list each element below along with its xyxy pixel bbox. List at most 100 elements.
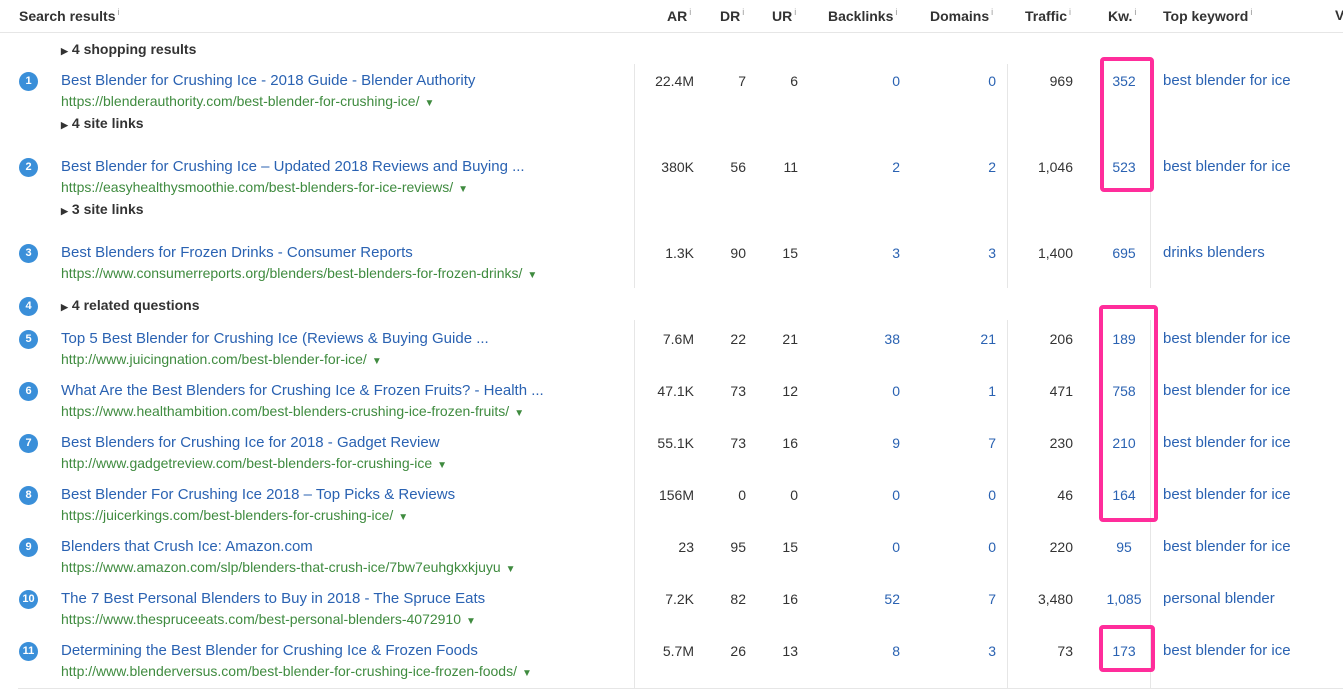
url-dropdown-icon[interactable]: ▼ [514, 408, 524, 419]
result-title-link[interactable]: The 7 Best Personal Blenders to Buy in 2… [61, 590, 485, 607]
ur-value: 12 [782, 383, 798, 399]
result-url[interactable]: https://www.amazon.com/slp/blenders-that… [61, 559, 516, 575]
info-icon[interactable]: i [1134, 7, 1136, 17]
backlinks-link[interactable]: 3 [892, 245, 900, 261]
info-icon[interactable]: i [689, 7, 691, 17]
position-badge: 11 [19, 642, 38, 661]
info-icon[interactable]: i [794, 7, 796, 17]
backlinks-link[interactable]: 8 [892, 643, 900, 659]
result-url[interactable]: https://blenderauthority.com/best-blende… [61, 93, 434, 109]
info-icon[interactable]: i [991, 7, 993, 17]
domains-link[interactable]: 7 [988, 591, 996, 607]
dr-value: 90 [730, 245, 746, 261]
top-keyword-link[interactable]: best blender for ice [1163, 158, 1291, 175]
url-dropdown-icon[interactable]: ▼ [506, 564, 516, 575]
top-keyword-link[interactable]: best blender for ice [1163, 72, 1291, 89]
position-badge: 2 [19, 158, 38, 177]
kw-link[interactable]: 695 [1102, 245, 1146, 261]
domains-link[interactable]: 3 [988, 245, 996, 261]
result-title-link[interactable]: What Are the Best Blenders for Crushing … [61, 382, 544, 399]
kw-link[interactable]: 95 [1102, 539, 1146, 555]
site-links-toggle[interactable]: ▶ 4 site links [61, 115, 144, 131]
result-title-link[interactable]: Best Blender for Crushing Ice – Updated … [61, 158, 525, 175]
domains-link[interactable]: 1 [988, 383, 996, 399]
url-dropdown-icon[interactable]: ▼ [424, 98, 434, 109]
site-links-toggle[interactable]: ▶ 3 site links [61, 201, 144, 217]
col-kw[interactable]: Kw. i [1108, 7, 1136, 24]
top-keyword-link[interactable]: best blender for ice [1163, 382, 1291, 399]
info-icon[interactable]: i [895, 7, 897, 17]
result-url[interactable]: http://www.juicingnation.com/best-blende… [61, 351, 382, 367]
result-url[interactable]: https://juicerkings.com/best-blenders-fo… [61, 507, 408, 523]
result-url[interactable]: https://www.consumerreports.org/blenders… [61, 265, 537, 281]
url-dropdown-icon[interactable]: ▼ [437, 460, 447, 471]
top-keyword-link[interactable]: best blender for ice [1163, 434, 1291, 451]
url-dropdown-icon[interactable]: ▼ [522, 668, 532, 679]
result-title-link[interactable]: Blenders that Crush Ice: Amazon.com [61, 538, 313, 555]
backlinks-link[interactable]: 2 [892, 159, 900, 175]
backlinks-link[interactable]: 0 [892, 73, 900, 89]
domains-link[interactable]: 3 [988, 643, 996, 659]
col-traffic[interactable]: Traffic i [1025, 7, 1071, 24]
kw-link[interactable]: 1,085 [1102, 591, 1146, 607]
dr-value: 22 [730, 331, 746, 347]
domains-link[interactable]: 0 [988, 539, 996, 555]
related-questions-toggle[interactable]: ▶ 4 related questions [61, 297, 200, 313]
result-title-link[interactable]: Best Blenders for Crushing Ice for 2018 … [61, 434, 440, 451]
top-keyword-link[interactable]: best blender for ice [1163, 486, 1291, 503]
result-url[interactable]: https://www.thespruceeats.com/best-perso… [61, 611, 476, 627]
position-badge: 1 [19, 72, 38, 91]
top-keyword-link[interactable]: drinks blenders [1163, 244, 1265, 261]
domains-link[interactable]: 2 [988, 159, 996, 175]
result-title-link[interactable]: Best Blenders for Frozen Drinks - Consum… [61, 244, 413, 261]
url-dropdown-icon[interactable]: ▼ [527, 270, 537, 281]
info-icon[interactable]: i [1250, 7, 1252, 17]
domains-link[interactable]: 7 [988, 435, 996, 451]
dr-value: 26 [730, 643, 746, 659]
col-top-keyword[interactable]: Top keyword i [1163, 7, 1252, 24]
result-title-link[interactable]: Top 5 Best Blender for Crushing Ice (Rev… [61, 330, 489, 347]
result-url[interactable]: https://easyhealthysmoothie.com/best-ble… [61, 179, 468, 195]
col-ur[interactable]: UR i [772, 7, 796, 24]
backlinks-link[interactable]: 9 [892, 435, 900, 451]
result-title-link[interactable]: Best Blender for Crushing Ice - 2018 Gui… [61, 72, 475, 89]
top-keyword-link[interactable]: best blender for ice [1163, 330, 1291, 347]
kw-highlight-box [1099, 625, 1155, 672]
url-dropdown-icon[interactable]: ▼ [466, 616, 476, 627]
traffic-value: 969 [1049, 73, 1073, 89]
url-dropdown-icon[interactable]: ▼ [372, 356, 382, 367]
col-cut-off[interactable]: V [1335, 7, 1343, 23]
info-icon[interactable]: i [118, 7, 120, 17]
domains-link[interactable]: 21 [980, 331, 996, 347]
url-dropdown-icon[interactable]: ▼ [458, 184, 468, 195]
expand-triangle-icon: ▶ [61, 46, 68, 56]
top-keyword-link[interactable]: best blender for ice [1163, 642, 1291, 659]
dr-value: 0 [738, 487, 746, 503]
result-url[interactable]: http://www.blenderversus.com/best-blende… [61, 663, 532, 679]
top-keyword-link[interactable]: personal blender [1163, 590, 1275, 607]
info-icon[interactable]: i [742, 7, 744, 17]
result-title-link[interactable]: Determining the Best Blender for Crushin… [61, 642, 478, 659]
domains-link[interactable]: 0 [988, 487, 996, 503]
ur-value: 21 [782, 331, 798, 347]
backlinks-link[interactable]: 0 [892, 539, 900, 555]
ur-value: 11 [783, 159, 798, 175]
table-bottom-divider [18, 688, 1343, 689]
result-url[interactable]: https://www.healthambition.com/best-blen… [61, 403, 524, 419]
col-ar[interactable]: AR i [667, 7, 691, 24]
info-icon[interactable]: i [1069, 7, 1071, 17]
result-title-link[interactable]: Best Blender For Crushing Ice 2018 – Top… [61, 486, 455, 503]
shopping-results-toggle[interactable]: ▶ 4 shopping results [61, 41, 196, 57]
col-backlinks[interactable]: Backlinks i [828, 7, 897, 24]
col-domains[interactable]: Domains i [930, 7, 993, 24]
col-search-results[interactable]: Search results i [19, 7, 120, 24]
top-keyword-link[interactable]: best blender for ice [1163, 538, 1291, 555]
backlinks-link[interactable]: 38 [884, 331, 900, 347]
url-dropdown-icon[interactable]: ▼ [398, 512, 408, 523]
backlinks-link[interactable]: 0 [892, 487, 900, 503]
backlinks-link[interactable]: 0 [892, 383, 900, 399]
col-dr[interactable]: DR i [720, 7, 744, 24]
backlinks-link[interactable]: 52 [884, 591, 900, 607]
result-url[interactable]: http://www.gadgetreview.com/best-blender… [61, 455, 447, 471]
domains-link[interactable]: 0 [988, 73, 996, 89]
